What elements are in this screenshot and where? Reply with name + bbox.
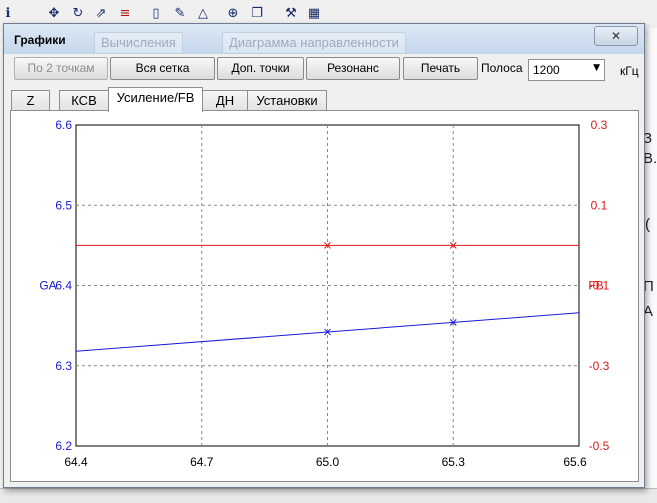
export-icon[interactable]: ⇗ [93,6,109,22]
gain-fb-chart: 64.4 64.7 65.0 65.3 65.66.6 0.36.5 0.16.4 -0.16… [39,118,610,469]
background-glyph: В. [643,150,657,167]
band-label: Полоса [481,61,523,75]
tab-swr[interactable]: КСВ [59,90,109,111]
two-points-button[interactable]: По 2 точкам [14,57,108,80]
y-left-tick-label: 6.2 [55,439,72,453]
y-left-tick-label: 6.4 [55,279,72,293]
y-right-axis-label: FB [588,279,603,293]
background-glyph: ( [645,216,650,233]
y-right-tick-label: -0.3 [589,359,610,373]
tab-settings[interactable]: Установки [247,90,327,111]
band-unit: кГц [620,64,639,78]
x-tick-label: 65.0 [316,455,340,469]
y-right-tick-label: -0.5 [589,439,610,453]
list-icon[interactable]: ≡ [117,6,133,22]
copy-icon[interactable]: ❐ [249,6,265,22]
y-left-axis-label: GA [39,279,56,293]
info-icon[interactable]: ℹ [0,6,16,22]
tab-gain-fb[interactable]: Усиление/FB [108,87,203,112]
graphs-dialog: Вычисления Диаграмма направленности Граф… [3,23,645,488]
page-icon[interactable]: ▯ [148,6,164,22]
target-icon[interactable]: ⊕ [225,6,241,22]
rotate-icon[interactable]: ↻ [70,6,86,22]
close-button[interactable]: ✕ [594,26,638,46]
extra-points-button[interactable]: Доп. точки [217,57,304,80]
dialog-title-bar[interactable]: Вычисления Диаграмма направленности Граф… [4,24,644,54]
background-bottom-table [0,488,657,503]
x-tick-label: 64.4 [64,455,88,469]
print-button[interactable]: Печать [403,57,478,80]
y-right-tick-label: 0.1 [591,198,608,212]
x-tick-label: 64.7 [190,455,214,469]
y-left-tick-label: 6.5 [55,198,72,212]
y-left-tick-label: 6.6 [55,118,72,132]
y-left-tick-label: 6.3 [55,359,72,373]
full-grid-button[interactable]: Вся сетка [110,57,215,80]
background-tab: Вычисления [94,32,183,54]
edit-icon[interactable]: ✎ [172,6,188,22]
resonance-button[interactable]: Резонанс [306,57,400,80]
triangle-icon[interactable]: △ [195,6,211,22]
band-value: 1200 [533,63,560,77]
move-icon[interactable]: ✥ [46,6,62,22]
close-icon: ✕ [610,29,622,43]
dialog-title: Графики [14,33,66,47]
tab-pattern[interactable]: ДН [202,90,248,111]
dropdown-arrow-icon: ▼ [593,63,600,73]
x-tick-label: 65.6 [563,455,587,469]
tools-icon[interactable]: ⚒ [283,6,299,22]
calculator-icon[interactable]: ▦ [306,6,322,22]
y-right-tick-label: 0.3 [591,118,608,132]
background-tab: Диаграмма направленности [222,32,406,54]
x-tick-label: 65.3 [442,455,466,469]
band-select[interactable]: 1200 ▼ [528,59,605,81]
tab-z[interactable]: Z [11,90,50,111]
